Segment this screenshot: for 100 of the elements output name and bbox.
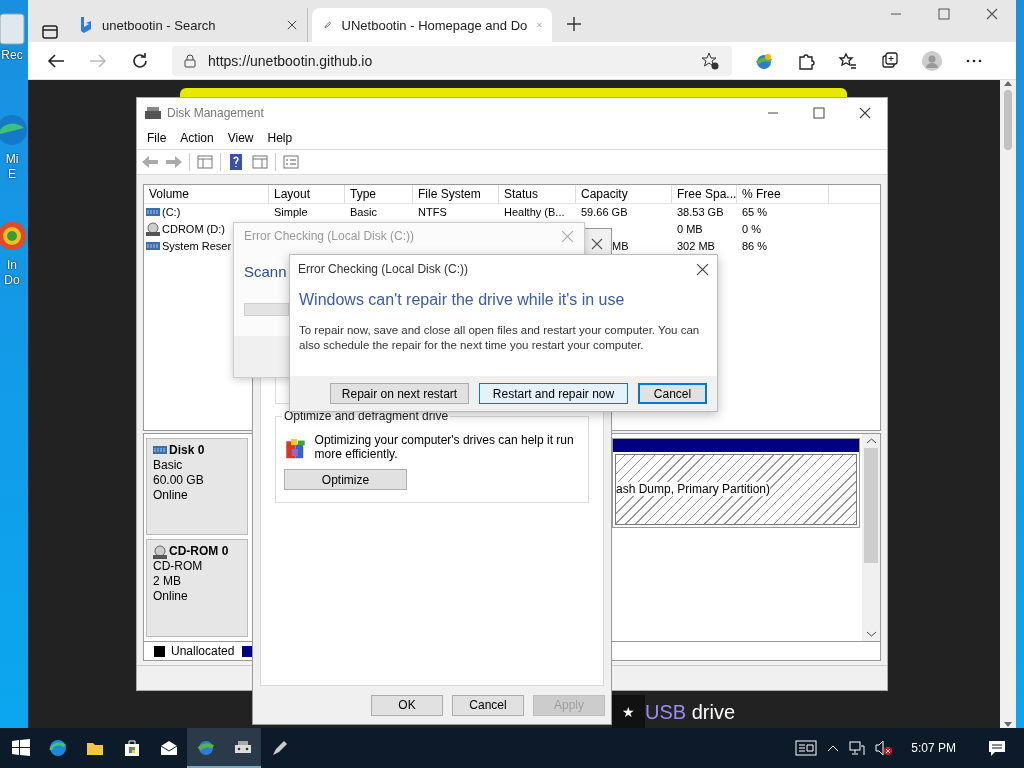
mail-icon[interactable] — [158, 738, 179, 758]
disk-management-icon — [145, 105, 161, 120]
desktop-icon-label: Rec — [1, 48, 23, 63]
heading-link[interactable]: USB — [645, 701, 687, 723]
scrollbar[interactable] — [862, 433, 880, 641]
legend-label: Unallocated — [171, 644, 235, 659]
table-cell-text: 0 MB — [676, 223, 704, 236]
column-header[interactable]: Layout — [269, 184, 345, 204]
menu-item[interactable]: Help — [267, 131, 293, 146]
disk-info: CD-ROM — [153, 559, 204, 575]
table-cell-text: 0 % — [741, 223, 762, 236]
dialog-title: Error Checking (Local Disk (C:)) — [244, 229, 415, 243]
disk-label[interactable]: CD-ROM 0 CD-ROM 2 MB Online — [146, 539, 248, 637]
maximize-icon[interactable] — [813, 106, 825, 119]
menu-item[interactable]: File — [147, 131, 167, 146]
lock-icon — [184, 53, 196, 68]
action-pane-icon[interactable] — [251, 153, 269, 170]
table-cell-text: Simple — [273, 206, 309, 219]
table-cell-text: 65 % — [741, 206, 769, 219]
partition[interactable]: ash Dump, Primary Partition) — [612, 437, 860, 528]
clock[interactable]: 5:07 PM — [911, 741, 956, 755]
chevron-up-icon[interactable] — [827, 744, 840, 752]
notification-icon[interactable] — [988, 739, 1006, 757]
desktop-icon-label: E — [8, 167, 16, 182]
table-cell: System Reser — [162, 240, 232, 253]
column-header[interactable]: Type — [345, 184, 413, 204]
dialog-title: Error Checking (Local Disk (C:)) — [298, 262, 469, 276]
close-tab-icon[interactable] — [287, 20, 297, 30]
column-header[interactable]: Free Spa... — [672, 184, 737, 204]
address-bar[interactable]: https://unetbootin.github.io — [172, 45, 732, 76]
search-engine-icon — [80, 17, 92, 33]
dialog-heading: Windows can't repair the drive while it's in use — [299, 291, 626, 309]
news-icon[interactable] — [795, 740, 818, 756]
dialog-button[interactable]: Cancel — [638, 383, 707, 404]
refresh-icon[interactable] — [130, 50, 150, 71]
table-cell-text: MB — [611, 240, 629, 253]
desktop-icon-label: Mi — [5, 152, 19, 167]
scrollbar[interactable] — [1000, 80, 1016, 728]
disk-info: 2 MB — [153, 574, 182, 590]
disc-drive-icon — [153, 544, 167, 559]
table-cell-text: 59.66 GB — [580, 206, 629, 219]
new-tab-icon[interactable] — [566, 16, 582, 32]
table-cell: CDROM (D:) — [162, 223, 225, 236]
network-icon[interactable] — [849, 740, 866, 756]
muted-speaker-icon[interactable] — [875, 740, 894, 756]
disk-info: Online — [153, 487, 189, 503]
scroll-up-icon[interactable] — [866, 437, 876, 444]
column-header[interactable]: Capacity — [576, 184, 672, 204]
optimize-button[interactable]: Optimize — [284, 469, 407, 490]
column-header[interactable]: Status — [499, 184, 576, 204]
maximize-icon[interactable] — [938, 8, 950, 20]
tab-actions-icon[interactable] — [40, 22, 60, 42]
start-icon[interactable] — [10, 738, 31, 758]
menu-item[interactable]: View — [227, 131, 254, 146]
console-tree-icon[interactable] — [196, 153, 214, 170]
column-header[interactable]: File System — [413, 184, 499, 204]
disk-name: CD-ROM 0 — [169, 544, 229, 560]
table-cell-text: NTFS — [417, 206, 448, 219]
dialog-button[interactable]: Restart and repair now — [479, 383, 628, 404]
dialog-message: To repair now, save and close all open files and restart your computer. You can also schedule the repair for the next time you restart your computer. — [299, 323, 701, 353]
table-cell-text: Healthy (B... — [503, 206, 566, 219]
partition-label: ash Dump, Primary Partition) — [616, 482, 771, 497]
desktop-icon-label: Do — [4, 273, 20, 288]
scroll-down-icon[interactable] — [866, 630, 876, 637]
page-heading: USB drive — [645, 702, 736, 722]
disk-info: 60.00 GB — [153, 472, 205, 488]
table-cell-text: 302 MB — [676, 240, 716, 253]
dialog-heading: Scann — [244, 263, 287, 280]
column-header[interactable]: % Free — [737, 184, 829, 204]
table-cell-text: 38.53 GB — [676, 206, 725, 219]
scroll-thumb[interactable] — [1004, 90, 1012, 150]
menu-item[interactable]: Action — [180, 131, 214, 146]
disk-info: Online — [153, 589, 189, 605]
drive-icon — [146, 242, 160, 251]
add-favorite-icon[interactable] — [700, 50, 720, 71]
browser-tab[interactable]: UNetbootin - Homepage and Do — [312, 8, 552, 42]
desktop-icon-label: In — [7, 258, 17, 273]
collections-icon[interactable] — [880, 50, 900, 71]
avatar-icon[interactable] — [922, 50, 942, 71]
scroll-thumb[interactable] — [864, 447, 878, 563]
description-text: Optimizing your computer's drives can help it run more efficiently. — [314, 433, 575, 463]
table-cell-text: 86 % — [741, 240, 769, 253]
window-title: Disk Management — [167, 105, 265, 120]
table-cell: (C:) — [162, 206, 181, 219]
table-cell-text: Basic — [349, 206, 378, 219]
browser-icon[interactable] — [47, 738, 68, 758]
disk-label[interactable]: Disk 0 Basic 60.00 GB Online — [146, 437, 248, 536]
disc-drive-icon — [146, 222, 160, 237]
column-header[interactable]: Volume — [144, 184, 269, 204]
dialog-button[interactable]: Repair on next restart — [330, 383, 469, 404]
drive-icon — [153, 446, 167, 455]
drive-icon — [146, 208, 160, 217]
close-icon[interactable] — [986, 8, 998, 20]
close-icon[interactable] — [696, 262, 709, 276]
dialog-button[interactable]: OK — [371, 694, 443, 716]
close-icon[interactable] — [859, 106, 871, 119]
disk-info: Basic — [153, 457, 184, 473]
dialog-button[interactable]: Cancel — [452, 694, 524, 716]
close-icon[interactable] — [591, 238, 603, 250]
help-icon[interactable] — [227, 153, 245, 170]
